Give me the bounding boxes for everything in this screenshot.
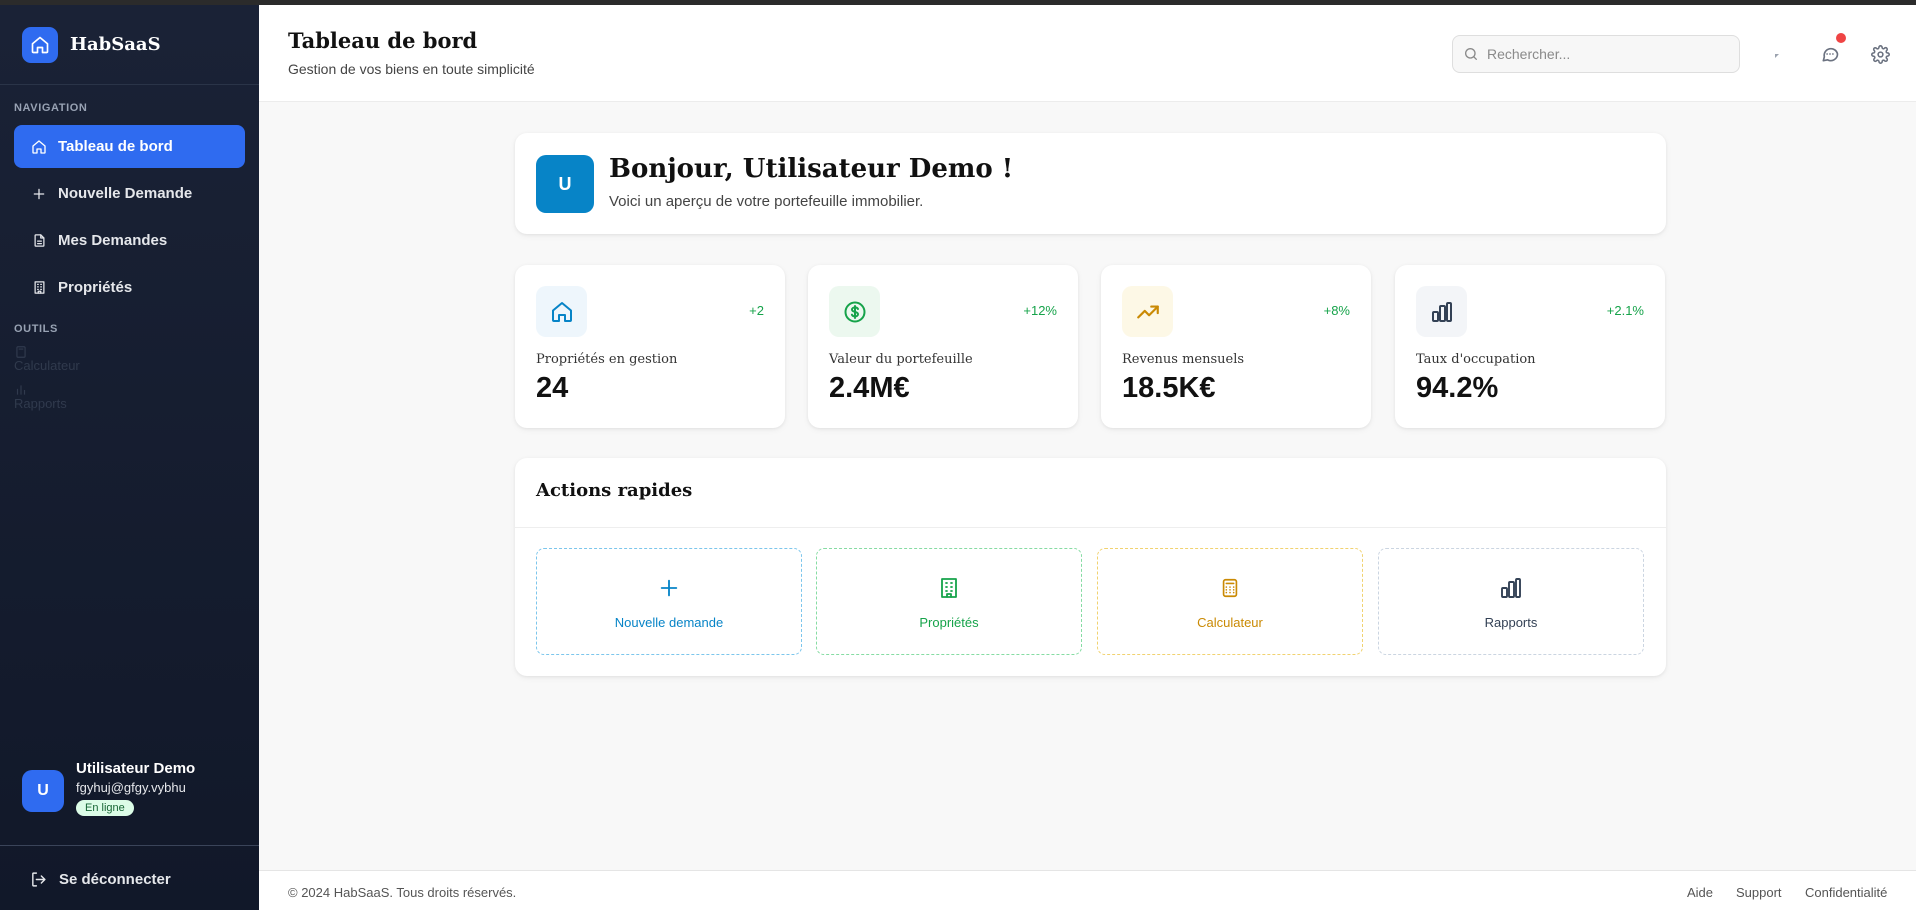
logout-label: Se déconnecter xyxy=(59,871,171,888)
plus-icon xyxy=(658,573,680,603)
quick-action-label: Calculateur xyxy=(1197,615,1263,630)
user-email: fgyhuj@gfgy.vybhu xyxy=(76,780,186,795)
stat-value: 94.2% xyxy=(1416,372,1499,404)
stat-delta: +12% xyxy=(1023,303,1057,318)
bar-chart-icon xyxy=(1499,573,1523,603)
quick-action-label: Nouvelle demande xyxy=(614,615,724,630)
calculator-icon xyxy=(1219,573,1241,603)
sidebar-item-label: Mes Demandes xyxy=(58,232,168,249)
footer-copyright: © 2024 HabSaaS. Tous droits réservés. xyxy=(288,885,517,900)
quick-action-label: Propriétés xyxy=(919,615,979,630)
footer: © 2024 HabSaaS. Tous droits réservés. Ai… xyxy=(259,870,1916,910)
notification-dot xyxy=(1836,33,1846,43)
avatar: U xyxy=(22,770,64,812)
top-header: Tableau de bord Gestion de vos biens en … xyxy=(259,5,1916,102)
page-title: Tableau de bord xyxy=(288,28,478,53)
sidebar-divider xyxy=(0,845,259,846)
building-icon xyxy=(30,279,48,297)
messages-icon[interactable] xyxy=(1819,43,1841,65)
sidebar-item-dashboard[interactable]: Tableau de bord xyxy=(14,125,245,168)
welcome-avatar: U xyxy=(536,155,594,213)
search-icon xyxy=(1463,46,1479,62)
sidebar-item-label: Propriétés xyxy=(58,279,133,296)
sidebar-item-label: Nouvelle Demande xyxy=(58,185,193,202)
stat-delta: +2.1% xyxy=(1606,303,1644,318)
user-profile[interactable]: U Utilisateur Demo fgyhuj@gfgy.vybhu En … xyxy=(22,760,195,816)
sidebar: HabSaaS NAVIGATION Tableau de bord Nouve… xyxy=(0,5,259,910)
welcome-subtitle: Voici un aperçu de votre portefeuille im… xyxy=(609,193,924,210)
quick-actions-title: Actions rapides xyxy=(536,480,693,501)
status-badge: En ligne xyxy=(76,800,134,816)
home-logo-icon xyxy=(22,26,58,63)
footer-link-support[interactable]: Support xyxy=(1736,885,1782,900)
window-top-bar xyxy=(0,0,1916,5)
home-icon xyxy=(536,286,587,337)
divider xyxy=(515,527,1666,528)
bar-chart-icon xyxy=(1416,286,1467,337)
stat-label: Taux d'occupation xyxy=(1416,352,1536,367)
quick-action-label: Rapports xyxy=(1484,615,1538,630)
sidebar-item-label: Rapports xyxy=(14,396,67,411)
stat-card-occupancy[interactable]: +2.1% Taux d'occupation 94.2% xyxy=(1395,265,1665,428)
stat-card-portfolio-value[interactable]: +12% Valeur du portefeuille 2.4M€ xyxy=(808,265,1078,428)
stat-label: Propriétés en gestion xyxy=(536,352,678,367)
calculator-icon xyxy=(14,345,28,359)
logout-icon xyxy=(30,871,47,888)
footer-link-privacy[interactable]: Confidentialité xyxy=(1805,885,1887,900)
stat-label: Valeur du portefeuille xyxy=(829,352,973,367)
building-icon xyxy=(937,573,961,603)
navigation-list: Tableau de bord Nouvelle Demande Mes Dem… xyxy=(0,125,259,309)
quick-actions-card: Actions rapides Nouvelle demande Proprié… xyxy=(515,458,1666,676)
tools-section-label: OUTILS xyxy=(14,323,58,335)
sidebar-item-calculator[interactable]: Calculateur xyxy=(0,345,259,373)
home-icon xyxy=(30,138,48,156)
brand[interactable]: HabSaaS xyxy=(0,5,259,85)
quick-action-calculator[interactable]: Calculateur xyxy=(1097,548,1363,655)
stat-card-properties[interactable]: +2 Propriétés en gestion 24 xyxy=(515,265,785,428)
plus-icon xyxy=(30,185,48,203)
trending-up-icon xyxy=(1122,286,1173,337)
stat-delta: +2 xyxy=(749,303,764,318)
welcome-title: Bonjour, Utilisateur Demo ! xyxy=(609,154,1014,184)
stat-label: Revenus mensuels xyxy=(1122,352,1245,367)
navigation-section-label: NAVIGATION xyxy=(14,102,88,114)
page-subtitle: Gestion de vos biens en toute simplicité xyxy=(288,61,535,77)
sidebar-item-new-request[interactable]: Nouvelle Demande xyxy=(14,172,245,215)
stat-delta: +8% xyxy=(1323,303,1350,318)
chart-icon xyxy=(14,383,28,397)
stat-value: 24 xyxy=(536,372,569,404)
welcome-card: U Bonjour, Utilisateur Demo ! Voici un a… xyxy=(515,133,1666,234)
sidebar-item-label: Calculateur xyxy=(14,358,80,373)
sidebar-item-properties[interactable]: Propriétés xyxy=(14,266,245,309)
search-input[interactable] xyxy=(1487,46,1727,62)
sidebar-item-my-requests[interactable]: Mes Demandes xyxy=(14,219,245,262)
small-arrow-icon[interactable] xyxy=(1771,48,1785,62)
quick-action-reports[interactable]: Rapports xyxy=(1378,548,1644,655)
logout-button[interactable]: Se déconnecter xyxy=(30,871,171,888)
search-box[interactable] xyxy=(1452,35,1740,73)
quick-action-new-request[interactable]: Nouvelle demande xyxy=(536,548,802,655)
sidebar-item-label: Tableau de bord xyxy=(58,138,173,155)
user-name: Utilisateur Demo xyxy=(76,760,196,777)
gear-icon[interactable] xyxy=(1869,43,1891,65)
brand-name: HabSaaS xyxy=(70,34,161,55)
stat-value: 2.4M€ xyxy=(829,372,910,404)
sidebar-item-reports[interactable]: Rapports xyxy=(0,383,259,411)
stat-card-monthly-revenue[interactable]: +8% Revenus mensuels 18.5K€ xyxy=(1101,265,1371,428)
stat-value: 18.5K€ xyxy=(1122,372,1216,404)
document-icon xyxy=(30,232,48,250)
dollar-icon xyxy=(829,286,880,337)
quick-action-properties[interactable]: Propriétés xyxy=(816,548,1082,655)
footer-link-help[interactable]: Aide xyxy=(1687,885,1713,900)
